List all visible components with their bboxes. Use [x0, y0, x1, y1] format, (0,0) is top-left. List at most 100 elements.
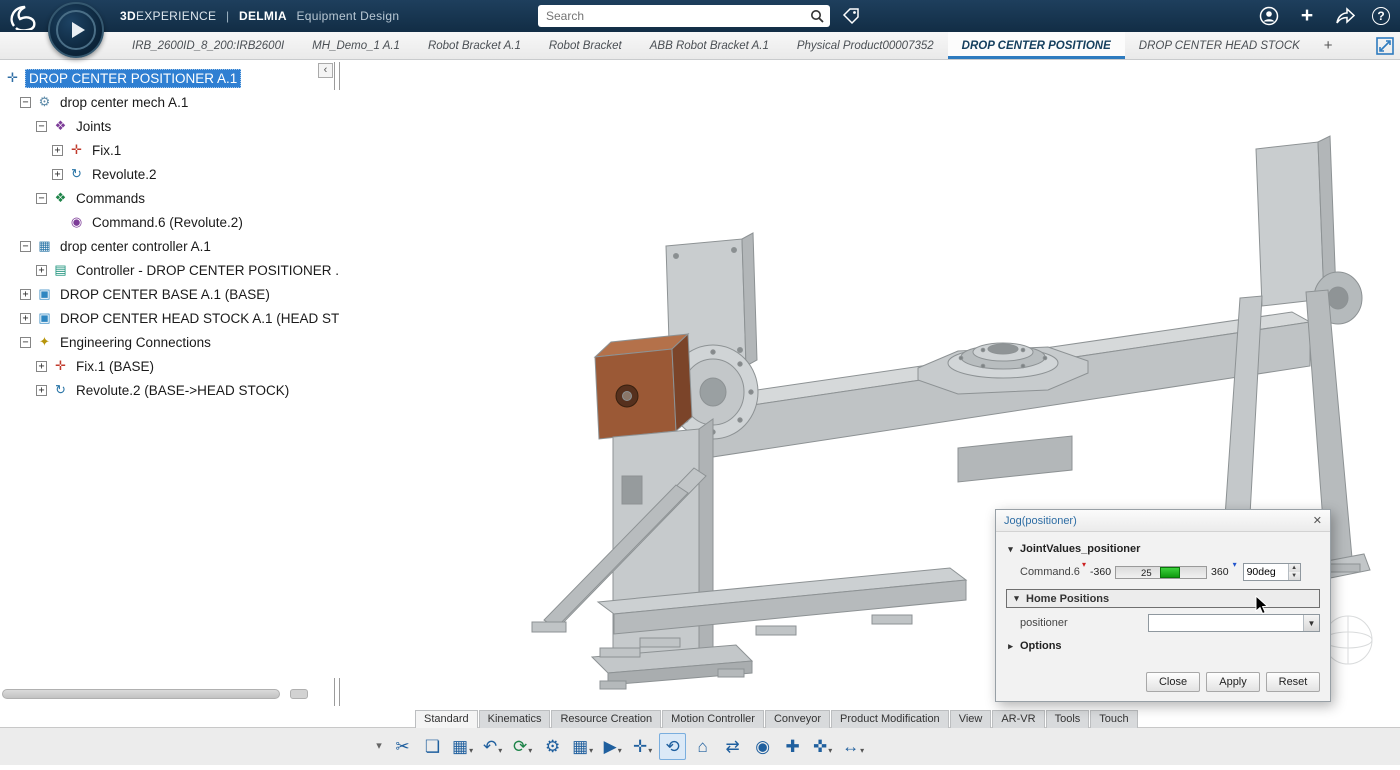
ribbon-tab-tools[interactable]: Tools	[1046, 710, 1090, 728]
dropdown-arrow-icon[interactable]: ▾	[860, 746, 864, 759]
tree-item[interactable]: −❖Commands	[0, 186, 344, 210]
search-input[interactable]	[538, 9, 804, 23]
ribbon-tab-kinematics[interactable]: Kinematics	[479, 710, 551, 728]
close-button[interactable]: Close	[1146, 672, 1200, 692]
tree-item-label[interactable]: DROP CENTER POSITIONER A.1	[25, 69, 241, 88]
expand-toggle-icon[interactable]: +	[36, 361, 47, 372]
tree-item[interactable]: −⚙drop center mech A.1	[0, 90, 344, 114]
dropdown-arrow-icon[interactable]: ▾	[469, 746, 473, 759]
expand-toggle-icon[interactable]: +	[20, 289, 31, 300]
tree-item-label[interactable]: Commands	[73, 190, 148, 207]
tree-item[interactable]: +▤Controller - DROP CENTER POSITIONER .	[0, 258, 344, 282]
measure-icon[interactable]: ↔▾	[839, 733, 867, 760]
tree-item[interactable]: +↻Revolute.2	[0, 162, 344, 186]
ribbon-tab-product-modification[interactable]: Product Modification	[831, 710, 949, 728]
document-tab[interactable]: MH_Demo_1 A.1	[298, 32, 414, 59]
update-icon[interactable]: ⟳▾	[509, 733, 536, 760]
add-content-icon[interactable]: +	[1296, 5, 1318, 27]
tree-item-label[interactable]: Joints	[73, 118, 114, 135]
collapse-toggle-icon[interactable]: −	[36, 121, 47, 132]
kinematics-simulation-icon[interactable]: ▶▾	[599, 733, 626, 760]
joint-values-section-header[interactable]: ▾ JointValues_positioner	[1006, 539, 1320, 559]
dropdown-arrow-icon[interactable]: ▾	[498, 746, 502, 759]
tags-icon[interactable]	[840, 5, 862, 27]
tree-item-label[interactable]: Revolute.2 (BASE->HEAD STOCK)	[73, 382, 292, 399]
panel-splitter-bottom[interactable]	[334, 678, 340, 706]
ribbon-tab-resource-creation[interactable]: Resource Creation	[551, 710, 661, 728]
collapse-toggle-icon[interactable]: −	[36, 193, 47, 204]
dropdown-arrow-icon[interactable]: ▾	[648, 746, 652, 759]
tree-item[interactable]: +↻Revolute.2 (BASE->HEAD STOCK)	[0, 378, 344, 402]
tree-item[interactable]: +✛Fix.1 (BASE)	[0, 354, 344, 378]
ribbon-tab-view[interactable]: View	[950, 710, 992, 728]
home-positions-icon[interactable]: ⌂	[689, 733, 716, 760]
document-tab[interactable]: IRB_2600ID_8_200:IRB2600I	[118, 32, 298, 59]
tree-item-label[interactable]: DROP CENTER BASE A.1 (BASE)	[57, 286, 273, 303]
dropdown-arrow-icon[interactable]: ▾	[828, 746, 832, 759]
spin-up-icon[interactable]: ▲	[1289, 564, 1300, 572]
cut-icon[interactable]: ✂	[389, 733, 416, 760]
collapse-tree-panel-button[interactable]: ‹	[318, 63, 333, 78]
tree-item[interactable]: ◉Command.6 (Revolute.2)	[0, 210, 344, 234]
ribbon-tab-conveyor[interactable]: Conveyor	[765, 710, 830, 728]
teach-icon[interactable]: ✚	[779, 733, 806, 760]
document-tab[interactable]: Physical Product00007352	[783, 32, 948, 59]
mechanism-player-icon[interactable]: ◉	[749, 733, 776, 760]
expand-toggle-icon[interactable]: +	[52, 169, 63, 180]
close-icon[interactable]: ✕	[1313, 514, 1322, 527]
tree-item[interactable]: −▦drop center controller A.1	[0, 234, 344, 258]
paste-icon[interactable]: ▦▾	[449, 733, 476, 760]
travel-limits-icon[interactable]: ⇄	[719, 733, 746, 760]
help-icon[interactable]: ?	[1372, 7, 1390, 25]
document-tab[interactable]: Robot Bracket A.1	[414, 32, 535, 59]
dialog-title-bar[interactable]: Jog(positioner) ✕	[996, 510, 1330, 532]
ribbon-tab-motion-controller[interactable]: Motion Controller	[662, 710, 764, 728]
reset-button[interactable]: Reset	[1266, 672, 1320, 692]
expand-toggle-icon[interactable]: +	[36, 385, 47, 396]
tree-item[interactable]: +✛Fix.1	[0, 138, 344, 162]
3dexperience-play-compass[interactable]	[48, 2, 104, 58]
dropdown-arrow-icon[interactable]: ▾	[528, 746, 532, 759]
scrollbar-knob[interactable]	[290, 689, 308, 699]
tree-item-label[interactable]: Controller - DROP CENTER POSITIONER .	[73, 262, 342, 279]
tree-item[interactable]: −✦Engineering Connections	[0, 330, 344, 354]
tree-item-label[interactable]: drop center mech A.1	[57, 94, 191, 111]
home-position-select[interactable]: ▼	[1148, 614, 1320, 632]
tree-item[interactable]: +▣DROP CENTER BASE A.1 (BASE)	[0, 282, 344, 306]
undo-icon[interactable]: ↶▾	[479, 733, 506, 760]
frame-of-reference-icon[interactable]: ✛▾	[629, 733, 656, 760]
tree-item-label[interactable]: Engineering Connections	[57, 334, 214, 351]
joint-value-slider[interactable]: 25	[1115, 566, 1207, 579]
toolbar-overflow-icon[interactable]: ▾	[372, 733, 386, 760]
tree-item-label[interactable]: DROP CENTER HEAD STOCK A.1 (HEAD ST	[57, 310, 342, 327]
tree-item-label[interactable]: Fix.1	[89, 142, 124, 159]
tree-item-label[interactable]: Revolute.2	[89, 166, 160, 183]
copy-icon[interactable]: ❏	[419, 733, 446, 760]
new-tab-button[interactable]: +	[1314, 32, 1343, 59]
create-mechanism-icon[interactable]: ⚙	[539, 733, 566, 760]
collapse-toggle-icon[interactable]: −	[20, 337, 31, 348]
jog-mechanism-icon[interactable]: ⟲	[659, 733, 686, 760]
document-tab[interactable]: Robot Bracket	[535, 32, 636, 59]
document-tab[interactable]: DROP CENTER POSITIONE	[948, 32, 1125, 59]
tree-horizontal-scrollbar[interactable]	[2, 689, 314, 699]
dropdown-arrow-icon[interactable]: ▾	[618, 746, 622, 759]
tree-item[interactable]: −❖Joints	[0, 114, 344, 138]
apply-button[interactable]: Apply	[1206, 672, 1260, 692]
expand-toggle-icon[interactable]: +	[36, 265, 47, 276]
dassault-systemes-logo[interactable]	[6, 2, 42, 30]
expand-toggle-icon[interactable]: +	[52, 145, 63, 156]
ribbon-tab-ar-vr[interactable]: AR-VR	[992, 710, 1044, 728]
user-avatar-icon[interactable]	[1258, 5, 1280, 27]
expand-toggle-icon[interactable]: +	[20, 313, 31, 324]
snap-icon[interactable]: ✜▾	[809, 733, 836, 760]
ribbon-tab-touch[interactable]: Touch	[1090, 710, 1137, 728]
panel-splitter-top[interactable]	[334, 62, 340, 90]
home-positions-section-header[interactable]: ▾ Home Positions	[1006, 589, 1320, 608]
tree-item-label[interactable]: Fix.1 (BASE)	[73, 358, 157, 375]
angle-input[interactable]	[1244, 564, 1288, 580]
scrollbar-thumb[interactable]	[2, 689, 280, 699]
document-tab[interactable]: DROP CENTER HEAD STOCK	[1125, 32, 1314, 59]
tree-item-label[interactable]: drop center controller A.1	[57, 238, 214, 255]
document-tab[interactable]: ABB Robot Bracket A.1	[636, 32, 783, 59]
